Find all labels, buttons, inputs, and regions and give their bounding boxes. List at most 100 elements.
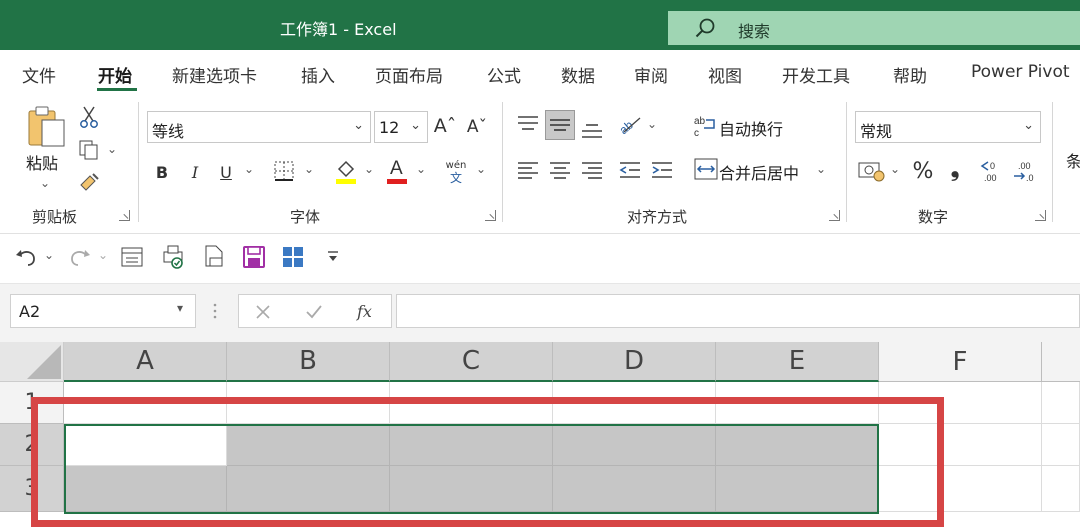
name-box-dropdown-icon[interactable]: ▾ bbox=[177, 301, 183, 315]
comma-style-button[interactable]: ❟ bbox=[944, 154, 966, 184]
cell-a1[interactable] bbox=[64, 382, 227, 424]
column-header-a[interactable]: A bbox=[64, 342, 227, 382]
tab-home[interactable]: 开始 bbox=[98, 62, 132, 87]
phonetic-guide-button[interactable]: wén 文 bbox=[442, 156, 470, 188]
increase-indent-icon[interactable] bbox=[650, 160, 674, 180]
cell-e1[interactable] bbox=[716, 382, 879, 424]
merge-dropdown-icon[interactable]: ⌄ bbox=[816, 162, 826, 176]
tab-new-tab[interactable]: 新建选项卡 bbox=[172, 62, 257, 87]
orientation-icon[interactable]: ab bbox=[618, 112, 644, 136]
tab-review[interactable]: 审阅 bbox=[634, 62, 668, 87]
tab-data[interactable]: 数据 bbox=[561, 62, 595, 87]
cell-f3[interactable] bbox=[879, 466, 1042, 512]
phonetic-dropdown-icon[interactable]: ⌄ bbox=[476, 162, 486, 176]
format-painter-button[interactable] bbox=[76, 170, 102, 194]
align-top-icon[interactable] bbox=[516, 114, 540, 134]
accounting-dropdown-icon[interactable]: ⌄ bbox=[890, 162, 900, 176]
cell-g1[interactable] bbox=[1042, 382, 1080, 424]
select-all-button[interactable] bbox=[0, 342, 64, 382]
copy-button[interactable] bbox=[76, 138, 102, 162]
underline-button[interactable]: U bbox=[214, 158, 238, 186]
cut-button[interactable] bbox=[78, 104, 100, 130]
tab-developer[interactable]: 开发工具 bbox=[782, 62, 850, 87]
increase-font-size-button[interactable]: Aˆ bbox=[432, 112, 458, 140]
decrease-font-size-button[interactable]: Aˇ bbox=[464, 114, 490, 140]
insert-function-icon[interactable]: fx bbox=[355, 301, 377, 323]
tab-power-pivot[interactable]: Power Pivot bbox=[971, 62, 1070, 82]
column-header-e[interactable]: E bbox=[716, 342, 879, 382]
cell-f2[interactable] bbox=[879, 424, 1042, 466]
orientation-dropdown-icon[interactable]: ⌄ bbox=[647, 117, 657, 131]
cell-b2[interactable] bbox=[227, 424, 390, 466]
cell-d2[interactable] bbox=[553, 424, 716, 466]
number-format-select[interactable]: 常规 ⌄ bbox=[855, 111, 1041, 143]
decrease-indent-icon[interactable] bbox=[618, 160, 642, 180]
increase-decimal-icon[interactable]: 0 .00 bbox=[980, 158, 1008, 184]
decrease-decimal-icon[interactable]: .00 .0 bbox=[1012, 158, 1040, 184]
row-header-2[interactable]: 2 bbox=[0, 424, 64, 466]
cell-f1[interactable] bbox=[879, 382, 1042, 424]
row-header-3[interactable]: 3 bbox=[0, 466, 64, 512]
redo-dropdown-icon[interactable]: ⌄ bbox=[98, 248, 108, 262]
font-size-select[interactable]: 12 ⌄ bbox=[374, 111, 428, 143]
form-icon[interactable] bbox=[120, 246, 144, 268]
number-launcher-icon[interactable] bbox=[1035, 210, 1046, 221]
font-launcher-icon[interactable] bbox=[485, 210, 496, 221]
column-header-f[interactable]: F bbox=[879, 342, 1042, 382]
cell-e3[interactable] bbox=[716, 466, 879, 512]
search-box[interactable]: 搜索 bbox=[668, 11, 1080, 45]
cell-c2[interactable] bbox=[390, 424, 553, 466]
font-color-dropdown-icon[interactable]: ⌄ bbox=[416, 162, 426, 176]
tab-formulas[interactable]: 公式 bbox=[487, 62, 521, 87]
undo-icon[interactable] bbox=[14, 246, 38, 268]
cell-d3[interactable] bbox=[553, 466, 716, 512]
tab-page-layout[interactable]: 页面布局 bbox=[375, 62, 443, 87]
fill-color-button[interactable] bbox=[333, 156, 359, 186]
align-bottom-icon[interactable] bbox=[580, 120, 604, 140]
clipboard-launcher-icon[interactable] bbox=[119, 210, 130, 221]
copy-dropdown-icon[interactable]: ⌄ bbox=[107, 142, 117, 156]
italic-button[interactable]: I bbox=[183, 158, 207, 186]
column-header-c[interactable]: C bbox=[390, 342, 553, 382]
cell-b3[interactable] bbox=[227, 466, 390, 512]
cell-b1[interactable] bbox=[227, 382, 390, 424]
paste-button[interactable] bbox=[24, 104, 70, 150]
customize-qat-icon[interactable] bbox=[326, 250, 340, 264]
cell-a3[interactable] bbox=[64, 466, 227, 512]
borders-dropdown-icon[interactable]: ⌄ bbox=[304, 162, 314, 176]
cell-c3[interactable] bbox=[390, 466, 553, 512]
accounting-format-icon[interactable] bbox=[858, 160, 886, 182]
fill-color-dropdown-icon[interactable]: ⌄ bbox=[364, 162, 374, 176]
cancel-icon[interactable] bbox=[255, 304, 271, 320]
name-box[interactable]: A2 ▾ bbox=[10, 294, 196, 328]
tab-file[interactable]: 文件 bbox=[22, 62, 56, 87]
align-center-icon[interactable] bbox=[548, 160, 572, 180]
font-color-button[interactable]: A bbox=[384, 154, 410, 186]
styles-group-partial[interactable]: 条 bbox=[1066, 148, 1080, 172]
percent-style-button[interactable]: % bbox=[910, 156, 936, 186]
save-icon[interactable] bbox=[242, 245, 266, 269]
borders-button[interactable] bbox=[272, 159, 296, 183]
bold-button[interactable]: B bbox=[150, 158, 174, 186]
cell-e2[interactable] bbox=[716, 424, 879, 466]
undo-dropdown-icon[interactable]: ⌄ bbox=[44, 248, 54, 262]
print-icon[interactable] bbox=[202, 244, 226, 270]
underline-dropdown-icon[interactable]: ⌄ bbox=[244, 162, 254, 176]
cell-a2-active[interactable] bbox=[64, 424, 227, 466]
tab-insert[interactable]: 插入 bbox=[301, 62, 335, 87]
column-header-b[interactable]: B bbox=[227, 342, 390, 382]
cell-d1[interactable] bbox=[553, 382, 716, 424]
tab-view[interactable]: 视图 bbox=[708, 62, 742, 87]
redo-icon[interactable] bbox=[68, 246, 92, 268]
align-right-icon[interactable] bbox=[580, 160, 604, 180]
column-header-g[interactable] bbox=[1042, 342, 1080, 382]
cell-c1[interactable] bbox=[390, 382, 553, 424]
cell-g3[interactable] bbox=[1042, 466, 1080, 512]
row-header-1[interactable]: 1 bbox=[0, 382, 64, 424]
paste-dropdown-icon[interactable]: ⌄ bbox=[40, 176, 50, 190]
font-name-select[interactable]: 等线 ⌄ bbox=[147, 111, 371, 143]
alignment-launcher-icon[interactable] bbox=[829, 210, 840, 221]
align-middle-button[interactable] bbox=[545, 110, 575, 140]
tab-help[interactable]: 帮助 bbox=[893, 62, 927, 87]
enter-check-icon[interactable] bbox=[305, 304, 323, 320]
